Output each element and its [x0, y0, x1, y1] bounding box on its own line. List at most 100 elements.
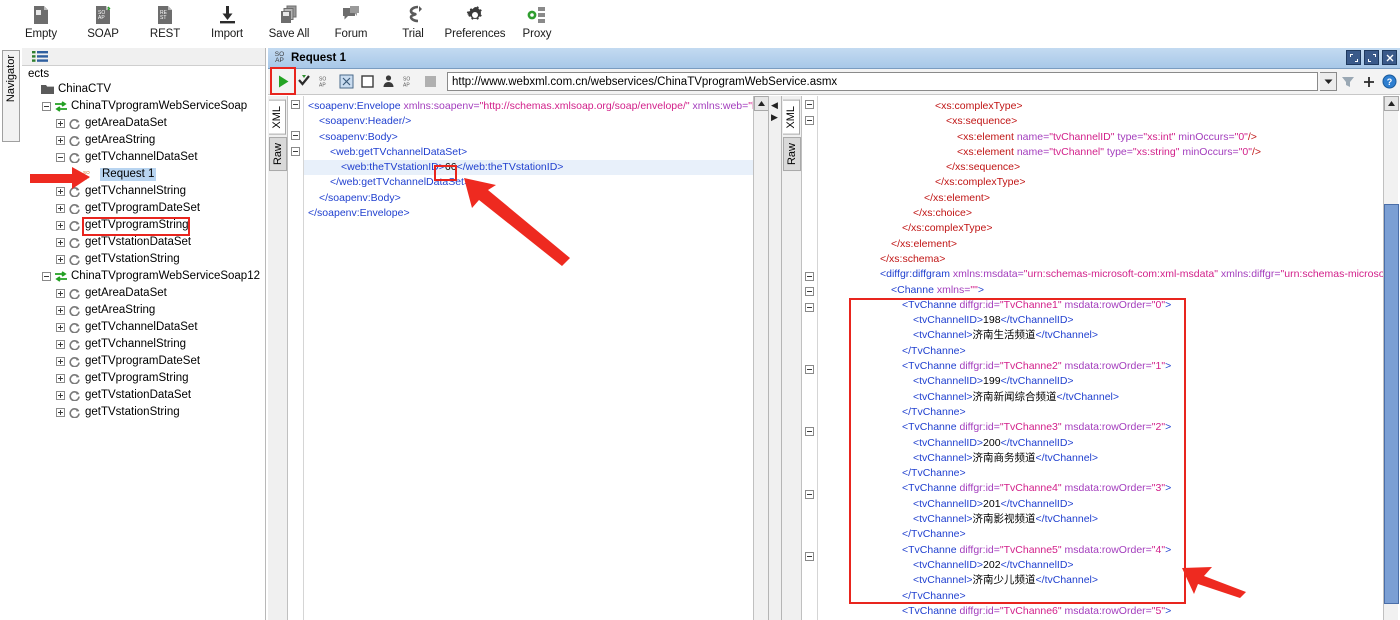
expand-icon[interactable] [56, 255, 65, 264]
code-token: > [1165, 604, 1172, 617]
expand-icon[interactable] [56, 289, 65, 298]
maximize-button[interactable] [1364, 50, 1379, 65]
fold-collapse-icon[interactable] [805, 552, 814, 562]
tree-node[interactable]: ChinaTVprogramWebServiceSoap12 [22, 268, 265, 285]
fold-collapse-icon[interactable] [805, 365, 814, 375]
fold-collapse-icon[interactable] [805, 302, 814, 312]
collapse-icon[interactable] [42, 102, 51, 111]
expand-icon[interactable] [56, 340, 65, 349]
minimize-button[interactable] [1346, 50, 1361, 65]
toolbar-button-trial[interactable]: Trial [382, 0, 444, 40]
tree-node[interactable]: getTVprogramDateSet [22, 353, 265, 370]
tree-node[interactable]: getTVstationDataSet [22, 234, 265, 251]
endpoint-url-input[interactable]: http://www.webxml.com.cn/webservices/Chi… [447, 72, 1318, 91]
code-token: "xs:int" [1143, 130, 1176, 143]
expand-icon[interactable] [56, 238, 65, 247]
collapse-icon[interactable] [56, 153, 65, 162]
scrollbar-thumb[interactable] [1384, 204, 1399, 604]
validate-button[interactable] [294, 71, 315, 92]
tree-node[interactable]: getAreaDataSet [22, 285, 265, 302]
tree-node[interactable]: getAreaString [22, 302, 265, 319]
tree-node[interactable]: getTVprogramString [22, 217, 265, 234]
toolbar-button-preferences[interactable]: Preferences [444, 0, 506, 40]
expand-icon[interactable] [56, 187, 65, 196]
empty-button[interactable] [357, 71, 378, 92]
tree-node[interactable]: getTVchannelString [22, 183, 265, 200]
tree-node[interactable]: getTVchannelDataSet [22, 319, 265, 336]
tree-node[interactable]: SO AP Request 1 [22, 166, 265, 183]
tree-node[interactable]: getTVchannelDataSet [22, 149, 265, 166]
response-fold-gutter[interactable] [802, 96, 818, 620]
outline-button[interactable] [336, 71, 357, 92]
scroll-up-arrow[interactable] [754, 96, 769, 111]
tab-response-raw[interactable]: Raw [782, 136, 801, 171]
fold-collapse-icon[interactable] [291, 100, 300, 109]
expand-icon[interactable] [56, 204, 65, 213]
tree-node[interactable]: getTVstationString [22, 404, 265, 421]
code-token: diffgr:id= [956, 298, 1000, 311]
collapse-left-icon[interactable]: ◀ [771, 100, 778, 111]
tree-node[interactable]: getTVstationDataSet [22, 387, 265, 404]
split-divider[interactable]: ◀ ▶ [768, 96, 782, 620]
response-xml-editor[interactable]: <xs:complexType> <xs:sequence> <xs:element… [818, 96, 1383, 620]
tab-request-xml[interactable]: XML [269, 100, 286, 135]
close-button[interactable] [1382, 50, 1397, 65]
tree-node[interactable]: getTVstationString [22, 251, 265, 268]
toolbar-button-import[interactable]: Import [196, 0, 258, 40]
fold-collapse-icon[interactable] [805, 427, 814, 437]
toolbar-button-proxy[interactable]: Proxy [506, 0, 568, 40]
auth-button[interactable] [378, 71, 399, 92]
collapse-right-icon[interactable]: ▶ [771, 112, 778, 123]
request-vertical-scrollbar[interactable] [753, 96, 769, 620]
request-fold-gutter[interactable] [288, 96, 304, 620]
tree-node[interactable]: ChinaCTV [22, 81, 265, 98]
tab-request-raw[interactable]: Raw [268, 136, 287, 171]
wsdl-button[interactable] [1337, 71, 1358, 92]
expand-icon[interactable] [56, 391, 65, 400]
tree-node[interactable]: getTVprogramDateSet [22, 200, 265, 217]
tree-node[interactable]: getTVchannelString [22, 336, 265, 353]
collapse-icon[interactable] [42, 272, 51, 281]
tree-node[interactable]: ChinaTVprogramWebServiceSoap [22, 98, 265, 115]
soap-ui-button[interactable]: SO AP [399, 71, 420, 92]
expand-icon[interactable] [56, 374, 65, 383]
navigator-tab[interactable]: Navigator [2, 50, 20, 142]
toolbar-button-empty[interactable]: Empty [10, 0, 72, 40]
tree-node[interactable]: getTVprogramString [22, 370, 265, 387]
project-tree[interactable]: ChinaCTV ChinaTVprogramWebServiceSoap getA… [22, 81, 265, 421]
tree-node-label: getAreaDataSet [85, 117, 167, 129]
help-button[interactable]: ? [1379, 71, 1400, 92]
response-view-tabs[interactable]: XML Raw [782, 96, 802, 620]
tree-node[interactable]: getAreaDataSet [22, 115, 265, 132]
run-button[interactable] [273, 71, 294, 92]
expand-icon[interactable] [56, 357, 65, 366]
soap-format-button[interactable]: SO AP [315, 71, 336, 92]
stop-button[interactable] [420, 71, 441, 92]
fold-collapse-icon[interactable] [291, 146, 300, 156]
fold-collapse-icon[interactable] [805, 100, 814, 109]
response-vertical-scrollbar[interactable] [1383, 96, 1399, 620]
fold-collapse-icon[interactable] [291, 131, 300, 141]
tab-response-xml[interactable]: XML [783, 100, 800, 135]
scroll-up-arrow[interactable] [1384, 96, 1399, 111]
fold-collapse-icon[interactable] [805, 115, 814, 125]
add-endpoint-button[interactable] [1358, 71, 1379, 92]
fold-collapse-icon[interactable] [805, 271, 814, 281]
expand-icon[interactable] [56, 323, 65, 332]
toolbar-button-save-all[interactable]: Save All [258, 0, 320, 40]
toolbar-button-soap[interactable]: SO AP SOAP [72, 0, 134, 40]
fold-collapse-icon[interactable] [805, 287, 814, 297]
toolbar-button-rest[interactable]: RE ST REST [134, 0, 196, 40]
toolbar-button-forum[interactable]: Forum [320, 0, 382, 40]
fold-collapse-icon[interactable] [805, 489, 814, 499]
expand-icon[interactable] [56, 408, 65, 417]
expand-icon[interactable] [56, 306, 65, 315]
expand-icon[interactable] [56, 221, 65, 230]
tree-node[interactable]: getAreaString [22, 132, 265, 149]
endpoint-dropdown[interactable] [1320, 72, 1337, 91]
expand-icon[interactable] [56, 119, 65, 128]
request-xml-editor[interactable]: <soapenv:Envelope xmlns:soapenv="http://… [304, 96, 753, 620]
code-token: </xs:complexType> [902, 222, 993, 235]
expand-icon[interactable] [56, 136, 65, 145]
request-view-tabs[interactable]: XML Raw [268, 96, 288, 620]
